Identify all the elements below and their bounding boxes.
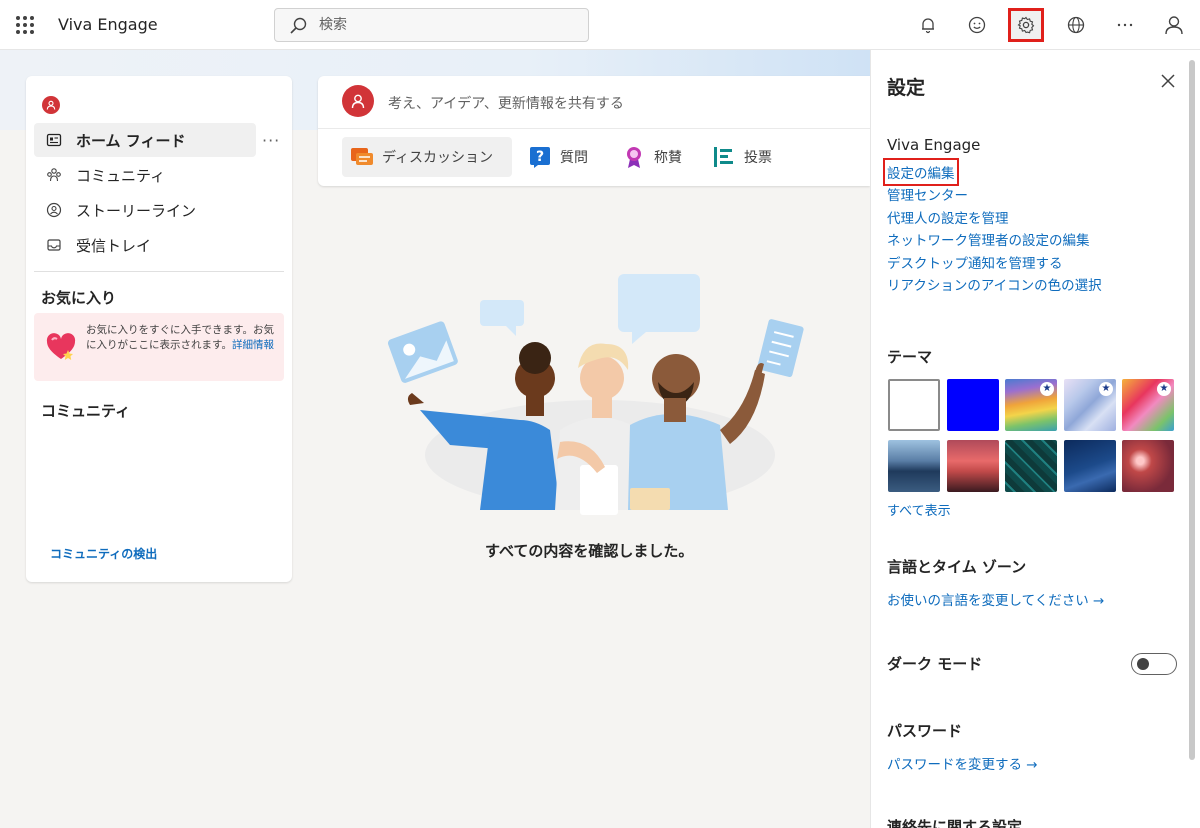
person-icon [1165, 16, 1183, 35]
nav-item-label: 受信トレイ [76, 236, 152, 255]
premium-star-icon: ★ [1157, 382, 1171, 396]
settings-scrollbar[interactable] [1189, 60, 1195, 760]
favorites-empty-notice: お気に入りをすぐに入手できます。お気に入りがここに表示されます。詳細情報 [34, 313, 284, 381]
premium-star-icon: ★ [1099, 382, 1113, 396]
theme-innovation[interactable] [1064, 440, 1116, 492]
language-timezone-title: 言語とタイム ゾーン [887, 558, 1027, 576]
dark-mode-title: ダーク モード [887, 655, 983, 673]
person-icon [46, 100, 56, 110]
tab-question[interactable]: ? 質問 [520, 137, 600, 177]
tab-poll[interactable]: 投票 [704, 137, 784, 177]
communities-title: コミュニティ [41, 402, 131, 420]
feed-empty-message: すべての内容を確認しました。 [485, 542, 694, 560]
question-icon: ? [530, 147, 550, 168]
user-avatar[interactable] [42, 96, 60, 114]
reaction-icon-color-link[interactable]: リアクションのアイコンの色の選択 [887, 274, 1102, 294]
home-feed-icon [46, 133, 62, 147]
composer-divider [318, 128, 870, 129]
user-avatar[interactable] [342, 85, 374, 117]
tab-label: 投票 [744, 150, 772, 166]
composer-input[interactable]: 考え、アイデア、更新情報を共有する [388, 93, 624, 113]
change-password-link[interactable]: パスワードを変更する → [887, 753, 1038, 773]
favorites-learn-more-link[interactable]: 詳細情報 [232, 339, 274, 351]
theme-premium-rainbow[interactable]: ★ [1005, 379, 1057, 431]
notifications-button[interactable] [912, 10, 944, 40]
manage-delegate-settings-link[interactable]: 代理人の設定を管理 [887, 207, 1009, 227]
person-icon [351, 94, 365, 109]
dark-mode-toggle[interactable] [1131, 653, 1177, 675]
account-button[interactable] [1158, 10, 1190, 40]
theme-mountain[interactable] [888, 440, 940, 492]
search-box[interactable] [274, 8, 589, 42]
theme-premium-lavender[interactable]: ★ [1064, 379, 1116, 431]
post-composer: 考え、アイデア、更新情報を共有する ディスカッション ? 質問 称賛 投票 [318, 76, 870, 186]
smiley-icon [968, 16, 986, 34]
show-all-themes-link[interactable]: すべて表示 [887, 500, 951, 519]
tab-discussion[interactable]: ディスカッション [342, 137, 512, 177]
theme-premium-floral[interactable]: ★ [1122, 379, 1174, 431]
theme-section-title: テーマ [887, 348, 933, 366]
discussion-icon [351, 148, 373, 165]
search-icon [290, 17, 307, 34]
theme-white[interactable] [888, 379, 940, 431]
language-button[interactable] [1060, 10, 1092, 40]
tab-label: ディスカッション [382, 150, 494, 166]
app-title[interactable]: Viva Engage [58, 15, 158, 34]
more-options-button[interactable] [1109, 10, 1141, 40]
poll-icon [714, 147, 733, 167]
nav-item-label: コミュニティ [76, 166, 166, 185]
contact-settings-title: 連絡先に関する設定 [887, 818, 1023, 828]
app-launcher-icon[interactable] [16, 16, 34, 34]
favorites-message: お気に入りをすぐに入手できます。お気に入りがここに表示されます。詳細情報 [86, 324, 274, 351]
all-caught-up-illustration [387, 274, 804, 515]
svg-text:?: ? [536, 149, 544, 165]
theme-blue[interactable] [947, 379, 999, 431]
inbox-icon [47, 239, 61, 251]
viva-engage-section-title: Viva Engage [887, 136, 981, 154]
theme-bokeh[interactable] [1122, 440, 1174, 492]
community-icon [47, 168, 61, 182]
tab-label: 称賛 [654, 150, 682, 166]
home-feed-more-button[interactable]: ··· [262, 131, 280, 150]
heart-icon [46, 333, 76, 360]
discover-communities-link[interactable]: コミュニティの検出 [50, 545, 157, 562]
theme-circuit[interactable] [1005, 440, 1057, 492]
tab-praise[interactable]: 称賛 [614, 137, 694, 177]
settings-panel: 設定 Viva Engage 設定の編集 管理センター 代理人の設定を管理 ネッ… [870, 50, 1200, 828]
top-bar: Viva Engage [0, 0, 1200, 50]
gear-icon [1017, 16, 1035, 34]
praise-icon [627, 147, 641, 168]
favorites-title: お気に入り [41, 289, 117, 307]
settings-button[interactable] [1008, 8, 1044, 42]
theme-sunset[interactable] [947, 440, 999, 492]
nav-item-inbox[interactable]: 受信トレイ [34, 228, 256, 262]
nav-item-label: ホーム フィード [76, 131, 186, 150]
storyline-icon [46, 202, 62, 218]
edit-network-admin-settings-link[interactable]: ネットワーク管理者の設定の編集 [887, 229, 1090, 249]
search-input[interactable] [319, 15, 579, 35]
bell-icon [922, 18, 934, 34]
nav-item-communities[interactable]: コミュニティ [34, 158, 256, 192]
edit-settings-link[interactable]: 設定の編集 [883, 158, 959, 186]
tab-label: 質問 [560, 150, 588, 166]
nav-item-home-feed[interactable]: ホーム フィード [34, 123, 256, 157]
nav-item-storyline[interactable]: ストーリーライン [34, 193, 256, 227]
close-icon[interactable] [1159, 72, 1177, 90]
premium-star-icon: ★ [1040, 382, 1054, 396]
feedback-button[interactable] [961, 10, 993, 40]
globe-icon [1067, 16, 1085, 34]
settings-title: 設定 [887, 77, 926, 99]
change-language-link[interactable]: お使いの言語を変更してください → [887, 589, 1104, 609]
nav-divider [34, 271, 284, 272]
more-icon [1117, 23, 1133, 27]
left-navigation-panel: ホーム フィード ··· コミュニティ ストーリーライン 受信トレイ お気に入り… [26, 76, 292, 582]
password-title: パスワード [887, 722, 963, 740]
admin-center-link[interactable]: 管理センター [887, 184, 968, 204]
nav-item-label: ストーリーライン [76, 201, 197, 220]
manage-desktop-notifications-link[interactable]: デスクトップ通知を管理する [887, 252, 1063, 272]
